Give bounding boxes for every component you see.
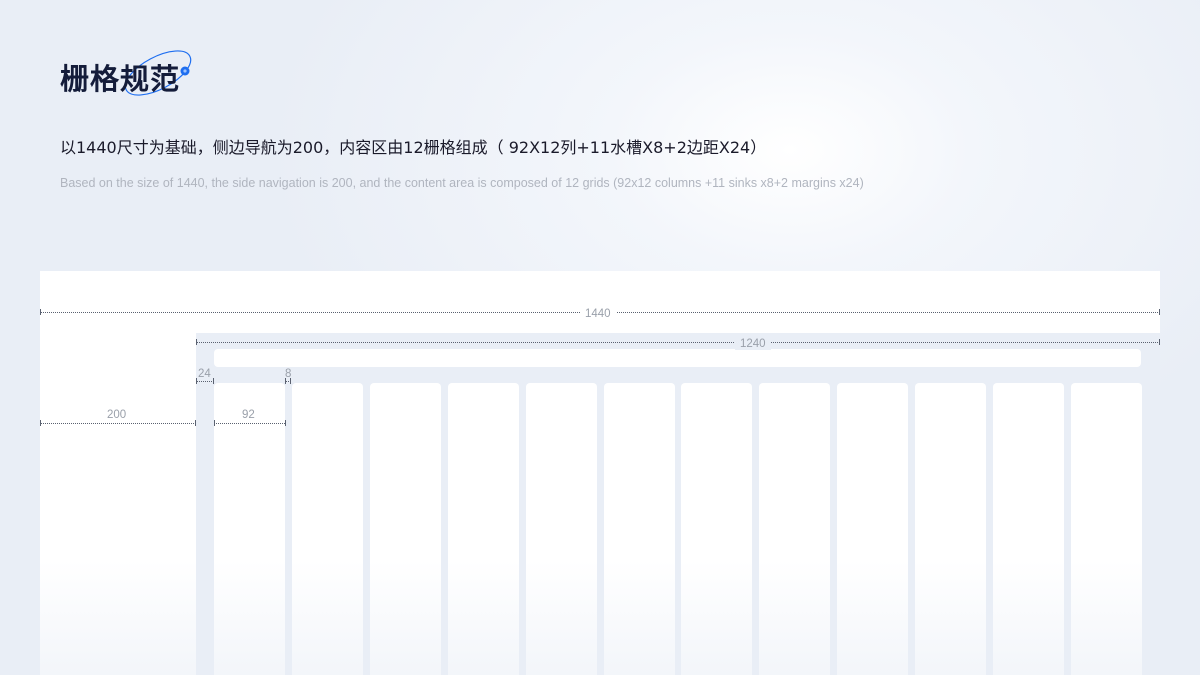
dimension-tick bbox=[285, 420, 286, 426]
grid-column bbox=[448, 383, 519, 675]
grid-column bbox=[759, 383, 830, 675]
logo: 栅格规范 bbox=[58, 46, 208, 102]
dimension-tick bbox=[40, 309, 41, 315]
subtitle-chinese: 以1440尺寸为基础，侧边导航为200，内容区由12栅格组成（ 92X12列+1… bbox=[60, 138, 767, 157]
dimension-line-margin bbox=[196, 381, 214, 382]
dimension-line-sidebar bbox=[40, 423, 196, 424]
dimension-line-column bbox=[214, 423, 285, 424]
dimension-tick bbox=[196, 339, 197, 345]
content-header-bar bbox=[214, 349, 1141, 367]
grid-column bbox=[292, 383, 363, 675]
dimension-label-content: 1240 bbox=[735, 338, 771, 350]
grid-column bbox=[681, 383, 752, 675]
dimension-label-column: 92 bbox=[242, 409, 255, 421]
dimension-label-gutter: 8 bbox=[285, 368, 292, 380]
dimension-tick bbox=[40, 420, 41, 426]
dimension-tick bbox=[1159, 309, 1160, 315]
dimension-line-content bbox=[196, 342, 1160, 343]
dimension-tick bbox=[1159, 339, 1160, 345]
subtitle-english: Based on the size of 1440, the side navi… bbox=[60, 176, 864, 190]
grid-column bbox=[214, 383, 285, 675]
grid-column bbox=[370, 383, 441, 675]
dimension-label-total: 1440 bbox=[580, 308, 616, 320]
grid-column bbox=[993, 383, 1064, 675]
dimension-label-sidebar: 200 bbox=[107, 409, 127, 421]
grid-column bbox=[526, 383, 597, 675]
dimension-tick bbox=[214, 420, 215, 426]
dimension-tick bbox=[195, 420, 196, 426]
dimension-label-margin: 24 bbox=[198, 368, 211, 380]
page-title: 栅格规范 bbox=[60, 62, 181, 96]
grid-column bbox=[1071, 383, 1142, 675]
grid-column bbox=[915, 383, 986, 675]
grid-column bbox=[604, 383, 675, 675]
grid-column bbox=[837, 383, 908, 675]
